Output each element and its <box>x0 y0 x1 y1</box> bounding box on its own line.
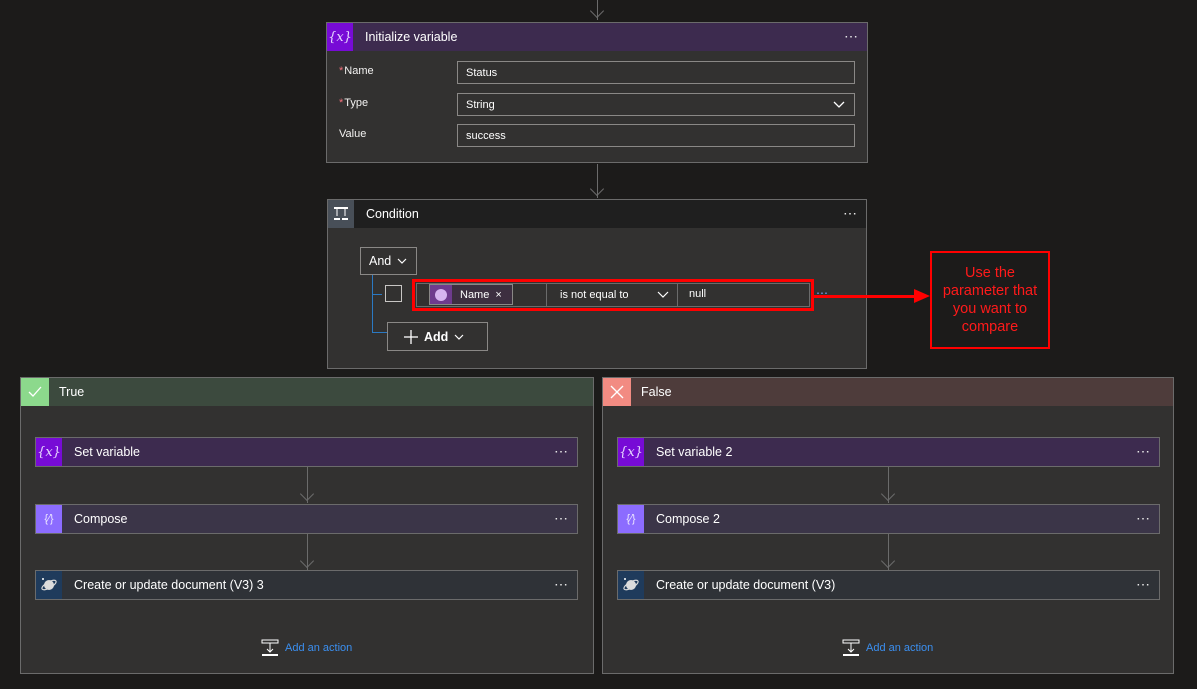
add-label: Add <box>424 329 449 344</box>
annotation-callout: Use the parameter that you want to compa… <box>930 251 1050 349</box>
add-action-icon <box>842 639 860 656</box>
group-operator-dropdown[interactable]: And <box>360 247 417 275</box>
action-compose[interactable]: {∕} Compose ⋯ <box>35 504 578 534</box>
annotation-text: Use the parameter that you want to compa… <box>942 265 1038 335</box>
type-select[interactable]: String <box>457 93 855 116</box>
condition-card: Condition ⋯ And Name × is not equal to n… <box>327 199 867 369</box>
initialize-variable-card: {x} Initialize variable ⋯ *Name Status *… <box>326 22 868 163</box>
field-type-row: *Type String <box>327 93 867 117</box>
add-action-label: Add an action <box>285 642 353 654</box>
card-title: Initialize variable <box>365 30 458 44</box>
type-select-value: String <box>466 99 495 111</box>
annotation-arrow-line <box>813 295 918 298</box>
action-set-variable[interactable]: {x} Set variable ⋯ <box>35 437 578 467</box>
add-an-action-link[interactable]: Add an action <box>842 639 933 657</box>
action-title: Compose 2 <box>656 512 720 526</box>
cosmos-db-icon <box>618 571 644 599</box>
row-checkbox[interactable] <box>385 285 402 302</box>
action-set-variable-2[interactable]: {x} Set variable 2 ⋯ <box>617 437 1160 467</box>
card-title: Condition <box>366 207 419 221</box>
action-compose-2[interactable]: {∕} Compose 2 ⋯ <box>617 504 1160 534</box>
true-branch: True {x} Set variable ⋯ {∕} Compose ⋯ Cr… <box>20 377 594 674</box>
arrow-down-icon <box>880 553 896 569</box>
more-options-icon[interactable]: ⋯ <box>554 576 569 593</box>
arrow-down-icon <box>880 486 896 502</box>
add-condition-button[interactable]: Add <box>387 322 488 351</box>
initialize-variable-header[interactable]: {x} Initialize variable ⋯ <box>327 23 867 51</box>
field-label-name: *Name <box>339 65 374 77</box>
more-options-icon[interactable]: ⋯ <box>554 510 569 527</box>
cosmos-db-icon <box>36 571 62 599</box>
variable-icon: {x} <box>327 23 353 51</box>
field-value-row: Value success <box>327 124 867 148</box>
action-title: Set variable <box>74 445 141 459</box>
arrow-down-icon <box>589 181 605 197</box>
tree-line <box>372 275 373 332</box>
group-operator-value: And <box>369 254 392 268</box>
highlight-box <box>412 279 814 311</box>
branch-title: False <box>641 385 672 399</box>
variable-icon: {x} <box>36 438 62 466</box>
name-input[interactable]: Status <box>457 61 855 84</box>
chevron-down-icon <box>397 258 407 264</box>
action-title: Create or update document (V3) <box>656 578 836 592</box>
more-options-icon[interactable]: ⋯ <box>1136 443 1151 460</box>
tree-line <box>372 332 388 333</box>
action-title: Compose <box>74 512 128 526</box>
annotation-arrow-head <box>914 289 930 303</box>
arrow-down-icon <box>299 486 315 502</box>
add-an-action-link[interactable]: Add an action <box>261 639 352 657</box>
true-branch-header[interactable]: True <box>21 378 593 406</box>
action-title: Create or update document (V3) 3 <box>74 578 264 592</box>
branch-title: True <box>59 385 85 399</box>
condition-icon <box>328 200 354 228</box>
compose-icon: {∕} <box>618 505 644 533</box>
compose-icon: {∕} <box>36 505 62 533</box>
action-create-update-document[interactable]: Create or update document (V3) 3 ⋯ <box>35 570 578 600</box>
checkmark-icon <box>21 378 49 406</box>
add-action-label: Add an action <box>866 642 934 654</box>
false-branch-header[interactable]: False <box>603 378 1173 406</box>
field-name-row: *Name Status <box>327 61 867 85</box>
plus-icon <box>404 329 418 344</box>
arrow-down-icon <box>589 3 605 19</box>
arrow-down-icon <box>299 553 315 569</box>
value-input[interactable]: success <box>457 124 855 147</box>
more-options-icon[interactable]: ⋯ <box>843 205 858 222</box>
chevron-down-icon <box>833 101 845 108</box>
variable-icon: {x} <box>618 438 644 466</box>
tree-line <box>372 294 382 295</box>
field-label-type: *Type <box>339 97 369 109</box>
condition-header[interactable]: Condition ⋯ <box>328 200 866 228</box>
more-options-icon[interactable]: ⋯ <box>1136 510 1151 527</box>
more-options-icon[interactable]: ⋯ <box>844 28 859 45</box>
chevron-down-icon <box>454 334 464 340</box>
false-branch: False {x} Set variable 2 ⋯ {∕} Compose 2… <box>602 377 1174 674</box>
field-label-value: Value <box>339 128 367 140</box>
add-action-icon <box>261 639 279 656</box>
close-icon <box>603 378 631 406</box>
action-title: Set variable 2 <box>656 445 733 459</box>
action-create-update-document-v3[interactable]: Create or update document (V3) ⋯ <box>617 570 1160 600</box>
more-options-icon[interactable]: ⋯ <box>1136 576 1151 593</box>
more-options-icon[interactable]: ⋯ <box>554 443 569 460</box>
